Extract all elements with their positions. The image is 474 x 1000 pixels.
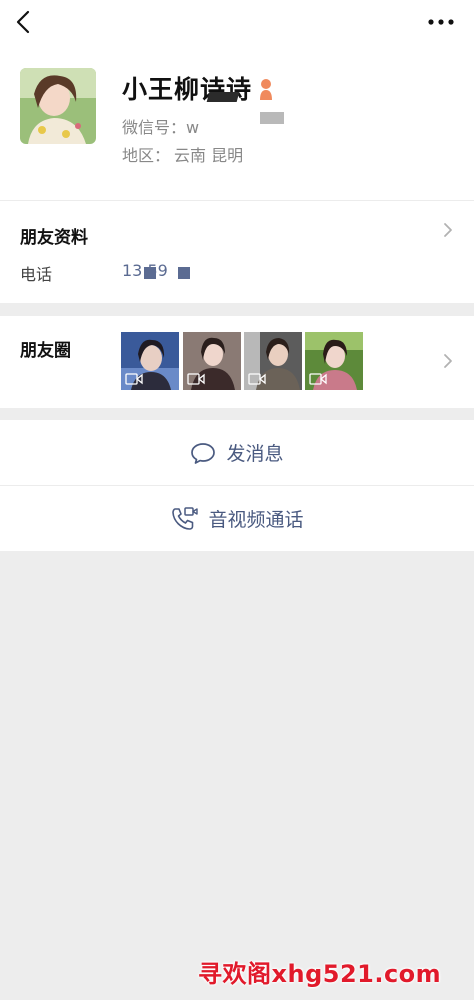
top-bar <box>0 0 474 44</box>
video-icon <box>125 373 143 385</box>
video-call-label: 音视频通话 <box>208 509 304 531</box>
moments-thumbnail[interactable] <box>305 332 363 390</box>
video-icon <box>187 373 205 385</box>
chevron-right-icon <box>444 354 452 368</box>
contact-profile-page: 小王柳诗诗 微信号：w 地区：云南 昆明 朋友资料 电话 13 59 朋友圈 <box>0 0 474 1000</box>
more-button[interactable] <box>426 10 456 34</box>
moments-title: 朋友圈 <box>20 341 71 361</box>
actions-section: 发消息 音视频通话 <box>0 420 474 551</box>
redaction-block <box>178 267 190 279</box>
region-value: 云南 昆明 <box>174 146 244 165</box>
friend-info-section[interactable]: 朋友资料 电话 13 59 <box>0 200 474 303</box>
female-icon <box>260 79 272 100</box>
region: 地区： 云南 昆明 <box>122 142 243 166</box>
moments-thumbnail[interactable] <box>244 332 302 390</box>
redaction-mark <box>206 92 240 102</box>
avatar-image <box>20 68 96 144</box>
video-call-button[interactable]: 音视频通话 <box>0 486 474 551</box>
redaction-block <box>144 267 156 279</box>
friend-info-title: 朋友资料 <box>20 228 88 248</box>
chevron-right-icon <box>444 223 452 237</box>
wechat-id-value: w <box>186 118 200 137</box>
send-message-button[interactable]: 发消息 <box>0 420 474 485</box>
back-button[interactable] <box>10 8 38 36</box>
moments-thumbnail[interactable] <box>121 332 179 390</box>
video-icon <box>309 373 327 385</box>
wechat-id: 微信号：w <box>122 114 199 138</box>
wechat-id-label: 微信号： <box>122 118 187 137</box>
back-icon <box>16 10 30 34</box>
phone-label: 电话 <box>20 265 53 284</box>
chat-bubble-icon <box>191 442 216 464</box>
avatar[interactable] <box>20 68 96 144</box>
region-label: 地区： <box>122 146 171 165</box>
moments-section[interactable]: 朋友圈 <box>0 316 474 408</box>
moments-thumbnail[interactable] <box>183 332 241 390</box>
send-message-label: 发消息 <box>226 443 284 465</box>
video-call-icon <box>172 506 199 530</box>
profile-header: 小王柳诗诗 微信号：w 地区： 云南 昆明 <box>0 44 474 200</box>
video-icon <box>248 373 266 385</box>
watermark-text: 寻欢阁xhg521.com <box>198 960 442 988</box>
redaction-block <box>260 112 284 124</box>
more-icon <box>428 19 454 25</box>
